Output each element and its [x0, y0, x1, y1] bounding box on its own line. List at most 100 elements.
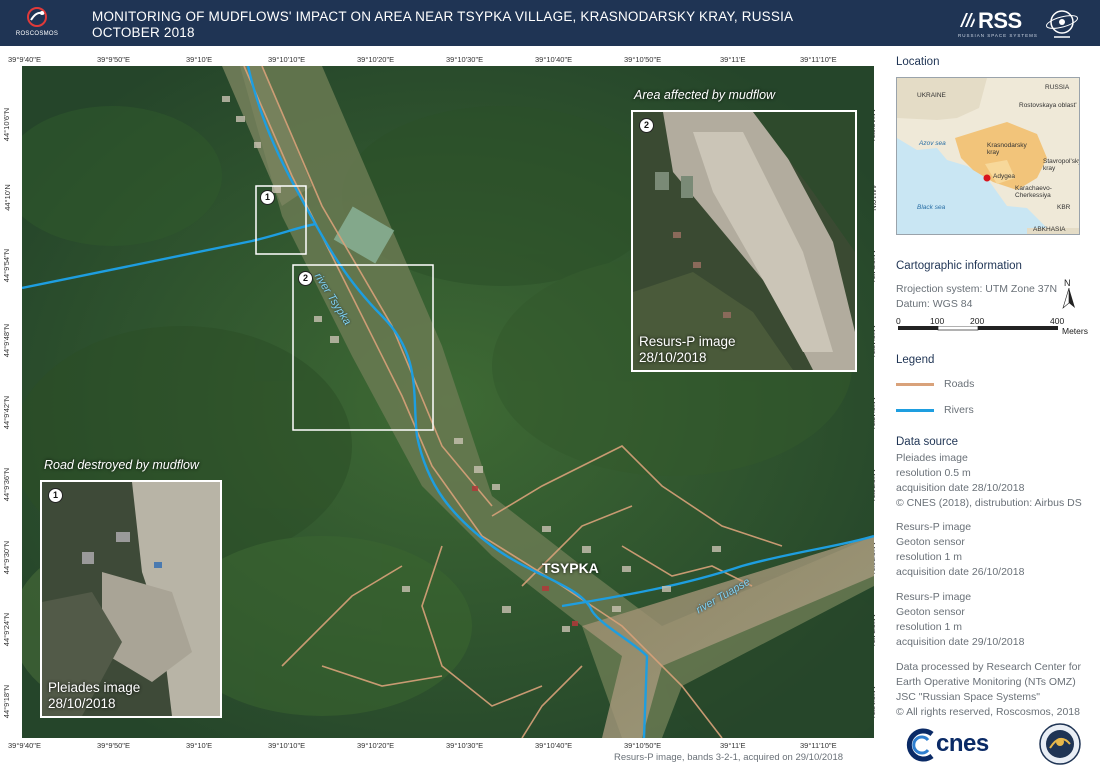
roscosmos-logo-text: ROSCOSMOS: [15, 31, 59, 37]
rss-logo-subtitle: RUSSIAN SPACE SYSTEMS: [958, 33, 1038, 38]
inset-right-marker: 2: [639, 118, 654, 133]
scale-tick: 400: [1050, 316, 1065, 326]
inset-left-marker: 1: [48, 488, 63, 503]
projection-text: Rrojection system: UTM Zone 37N: [896, 283, 1058, 295]
inset-left-caption-line1: Pleiades image: [48, 680, 141, 695]
source3-line: resolution 1 m: [896, 621, 962, 633]
legend-rivers-label: Rivers: [944, 404, 974, 416]
map-title-line1: MONITORING OF MUDFLOWS' IMPACT ON AREA N…: [92, 9, 794, 24]
grid-label-top: 39°10'10"E: [268, 55, 306, 64]
scale-unit: Meters: [1062, 326, 1088, 336]
grid-label-left: 44°9'24"N: [2, 612, 12, 647]
datum-text: Datum: WGS 84: [896, 298, 973, 310]
rss-logo-text: RSS: [978, 8, 1022, 33]
source2-line: acquisition date 26/10/2018: [896, 566, 1025, 578]
legend-roads-swatch: [896, 383, 934, 386]
inset-left-caption: Pleiades image 28/10/2018: [48, 680, 140, 712]
grid-label-bottom: 39°9'40"E: [8, 741, 41, 750]
grid-label-bottom: 39°10'30"E: [446, 741, 484, 750]
grid-label-left: 44°9'48"N: [2, 323, 12, 358]
source3-line: Resurs-P image: [896, 591, 972, 603]
grid-label-top: 39°9'50"E: [97, 55, 130, 64]
source3-line: Geoton sensor: [896, 606, 965, 618]
location-black-sea: Black sea: [917, 204, 946, 211]
grid-label-bottom: 39°10'40"E: [535, 741, 573, 750]
location-abkhasia: ABKHASIA: [1033, 226, 1066, 233]
grid-label-bottom: 39°10'20"E: [357, 741, 395, 750]
cnes-emblem-icon: [906, 728, 934, 762]
processed-line: Data processed by Research Center for: [896, 661, 1082, 673]
grid-label-bottom: 39°11'E: [720, 741, 746, 750]
gis-emblem-icon: [1045, 10, 1079, 38]
scale-tick: 200: [970, 316, 985, 326]
grid-label-top: 39°11'10"E: [800, 55, 837, 64]
scale-bar-graphic: [898, 326, 1058, 331]
grid-label-bottom: 39°10'10"E: [268, 741, 306, 750]
north-arrow: N: [1062, 278, 1076, 310]
source3-line: acquisition date 29/10/2018: [896, 636, 1025, 648]
cnes-logo: cnes: [906, 726, 1020, 766]
area-marker-1: 1: [260, 190, 275, 205]
source1-line: Pleiades image: [896, 452, 968, 464]
source2-line: resolution 1 m: [896, 551, 962, 563]
grid-label-top: 39°10'E: [186, 55, 213, 64]
footer-caption: Resurs-P image, bands 3-2-1, acquired on…: [614, 752, 844, 763]
processed-line: © All rights reserved, Roscosmos, 2018: [896, 706, 1080, 718]
north-arrow-label: N: [1064, 278, 1071, 288]
source1-line: acquisition date 28/10/2018: [896, 482, 1025, 494]
scale-bar: 0 100 200 400 Meters: [896, 316, 1100, 346]
roscosmos-emblem-icon: [27, 7, 47, 27]
map-title: MONITORING OF MUDFLOWS' IMPACT ON AREA N…: [92, 9, 794, 41]
rss-logo: RSS RUSSIAN SPACE SYSTEMS: [958, 8, 1038, 40]
legend-roads-label: Roads: [944, 378, 975, 390]
grid-label-top: 39°11'E: [720, 55, 746, 64]
grid-label-top: 39°10'20"E: [357, 55, 395, 64]
source2-line: Resurs-P image: [896, 521, 972, 533]
grid-label-bottom: 39°9'50"E: [97, 741, 130, 750]
satellite-map[interactable]: 1 2 river Tsypka river Tuapse TSYPKA Are…: [22, 66, 874, 738]
grid-label-left: 44°9'36"N: [2, 467, 12, 502]
source2-line: Geoton sensor: [896, 536, 965, 548]
location-rostov: Rostovskaya oblast': [1019, 102, 1077, 109]
carto-heading: Cartographic information: [896, 260, 1022, 272]
grid-label-left: 44°9'18"N: [2, 684, 12, 719]
grid-label-left: 44°9'42"N: [2, 395, 12, 430]
location-azov-sea: Azov sea: [919, 140, 946, 147]
location-kbr: KBR: [1057, 204, 1071, 211]
source1-line: resolution 0.5 m: [896, 467, 971, 479]
scale-tick: 0: [896, 316, 901, 326]
header-bar: ROSCOSMOS MONITORING OF MUDFLOWS' IMPACT…: [0, 0, 1100, 46]
location-map[interactable]: UKRAINE RUSSIA Rostovskaya oblast' Azov …: [896, 77, 1080, 235]
inset-left-title: Road destroyed by mudflow: [44, 458, 199, 472]
location-russia: RUSSIA: [1045, 84, 1070, 91]
location-stavropol: Stavropol'sky kray: [1043, 158, 1080, 172]
data-source-heading: Data source: [896, 436, 959, 448]
inset-left-caption-line2: 28/10/2018: [48, 696, 116, 711]
map-title-line2: OCTOBER 2018: [92, 25, 195, 40]
inset-right-caption-line1: Resurs-P image: [639, 334, 736, 349]
legend-heading: Legend: [896, 354, 935, 366]
area-marker-2: 2: [298, 271, 313, 286]
inset-right-caption-line2: 28/10/2018: [639, 350, 707, 365]
grid-label-left: 44°9'30"N: [2, 540, 12, 575]
location-ukraine: UKRAINE: [917, 92, 946, 99]
grid-label-bottom: 39°10'E: [186, 741, 213, 750]
legend-rivers-swatch: [896, 409, 934, 412]
grid-label-left: 44°9'54"N: [2, 248, 12, 283]
rss-emblem-icon: [960, 13, 975, 27]
grid-label-bottom: 39°11'10"E: [800, 741, 837, 750]
inset-left-image[interactable]: 1 Pleiades image 28/10/2018: [40, 480, 222, 718]
village-label-tsypka: TSYPKA: [542, 560, 599, 576]
grid-label-top: 39°10'40"E: [535, 55, 573, 64]
seal-emblem-icon: [1039, 723, 1081, 765]
resurs-p-inset-image: [633, 112, 855, 370]
cnes-logo-text: cnes: [936, 730, 989, 757]
grid-label-left: 44°10'6"N: [2, 107, 12, 142]
grid-label-top: 39°9'40"E: [8, 55, 41, 64]
location-krasnodar: Krasnodarsky kray: [987, 142, 1027, 156]
scale-tick: 100: [930, 316, 945, 326]
grid-label-bottom: 39°10'50"E: [624, 741, 662, 750]
location-adygea: Adygea: [993, 173, 1016, 180]
roscosmos-logo: ROSCOSMOS: [8, 4, 66, 42]
inset-right-image[interactable]: 2 Resurs-P image 28/10/2018: [631, 110, 857, 372]
